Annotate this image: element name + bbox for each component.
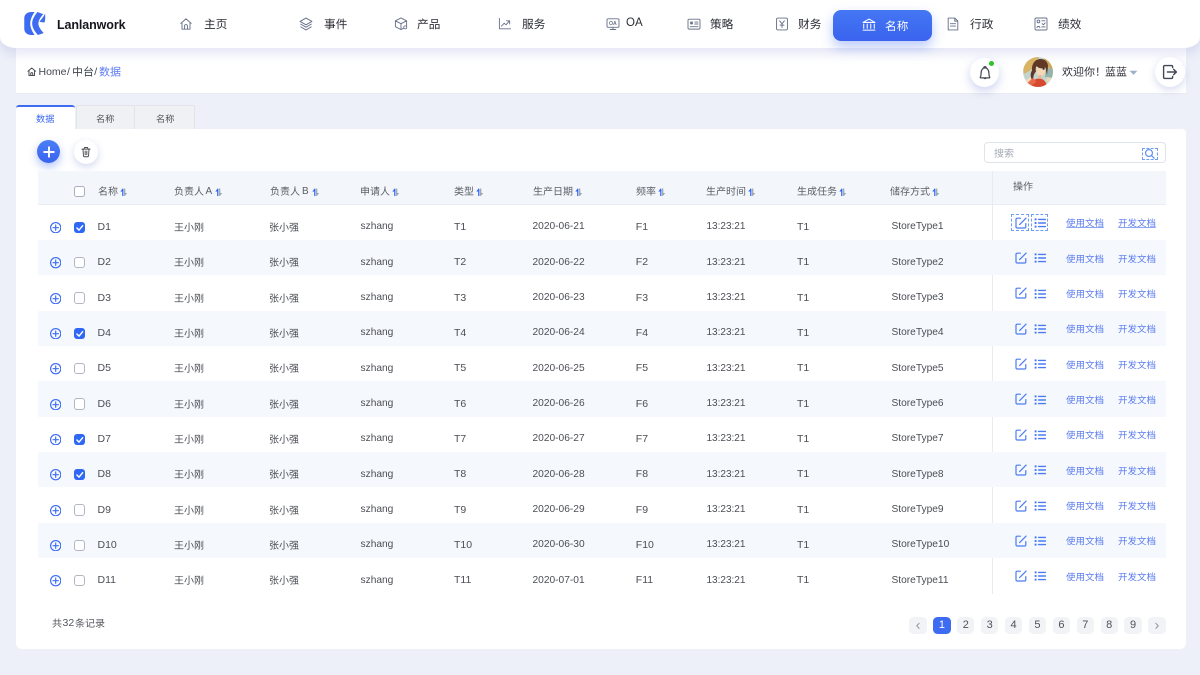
- svg-text:OA: OA: [609, 20, 617, 26]
